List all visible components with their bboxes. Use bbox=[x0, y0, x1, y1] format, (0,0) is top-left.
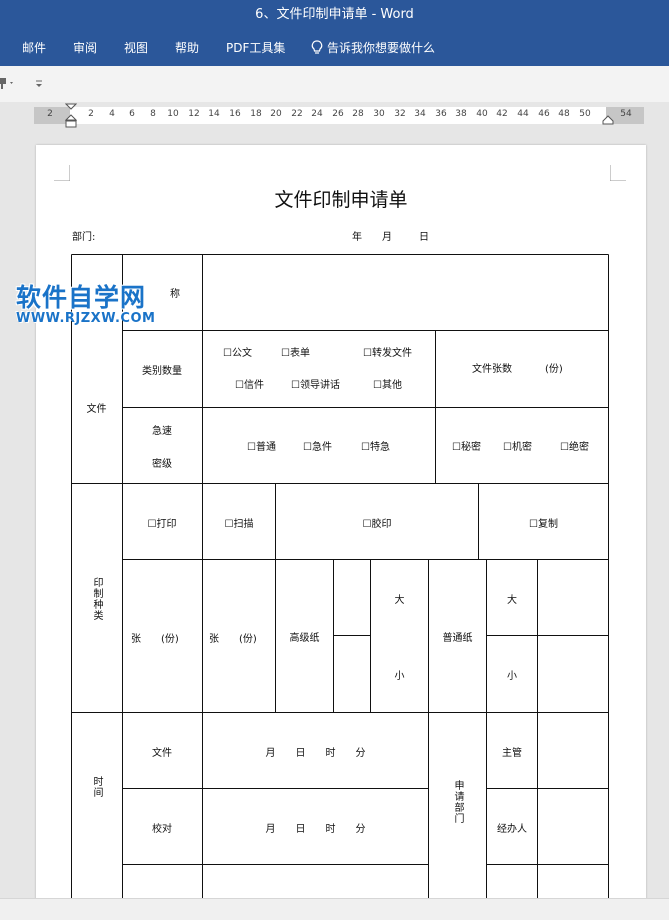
apply-dept-label: 申请部门 bbox=[452, 779, 463, 824]
sheets-copies-field-2[interactable]: 张 (份) bbox=[209, 630, 257, 645]
ruler-tick: 2 bbox=[47, 109, 53, 119]
status-bar bbox=[0, 898, 669, 920]
lightbulb-icon bbox=[311, 40, 323, 54]
margin-corner-mark bbox=[54, 165, 70, 181]
checkbox-form[interactable]: ☐表单 bbox=[281, 344, 310, 359]
file-time-label: 文件 bbox=[152, 747, 172, 759]
time-label: 时间 bbox=[91, 775, 102, 798]
checkbox-normal[interactable]: ☐普通 bbox=[247, 438, 276, 453]
print-type-label: 印制种类 bbox=[91, 576, 102, 621]
ruler-tick: 14 bbox=[208, 109, 220, 119]
checkbox-forwarded-doc[interactable]: ☐转发文件 bbox=[363, 344, 412, 359]
ruler-tick: 18 bbox=[250, 109, 262, 119]
watermark-main-text: 软件自学网 bbox=[16, 283, 147, 312]
ruler-tick: 20 bbox=[270, 109, 282, 119]
ruler-tick: 36 bbox=[435, 109, 447, 119]
normal-paper-label: 普通纸 bbox=[442, 633, 473, 644]
ruler-tick: 28 bbox=[352, 109, 364, 119]
sheet-unit-label: (份) bbox=[545, 364, 563, 375]
ruler-tick: 16 bbox=[229, 109, 241, 119]
checkbox-copy[interactable]: ☐复制 bbox=[479, 484, 608, 560]
urgency-secrecy-label: 急速 密级 bbox=[122, 408, 202, 484]
title-bar: 6、文件印制申请单 - Word bbox=[0, 0, 669, 30]
ruler-tick: 10 bbox=[167, 109, 179, 119]
ruler-tick: 2 bbox=[88, 109, 94, 119]
ribbon-tabs: 邮件 审阅 视图 帮助 PDF工具集 告诉我你想要做什么 bbox=[0, 30, 669, 66]
proofread-time-label: 校对 bbox=[152, 823, 172, 835]
year-label: 年 bbox=[352, 232, 362, 243]
window-title: 6、文件印制申请单 - Word bbox=[255, 7, 414, 22]
ruler-tick: 40 bbox=[476, 109, 488, 119]
customize-toolbar-icon[interactable] bbox=[34, 79, 44, 89]
checkbox-letter[interactable]: ☐信件 bbox=[235, 376, 264, 391]
checkbox-leader-speech[interactable]: ☐领导讲话 bbox=[291, 376, 340, 391]
handler-label: 经办人 bbox=[497, 823, 527, 835]
day-label: 日 bbox=[419, 232, 429, 243]
ruler-tick: 8 bbox=[150, 109, 156, 119]
ruler-tick: 22 bbox=[291, 109, 303, 119]
ruler-tick: 48 bbox=[558, 109, 570, 119]
tell-me-search[interactable]: 告诉我你想要做什么 bbox=[311, 30, 435, 66]
sheet-count-label: 文件张数 bbox=[472, 364, 512, 375]
ruler-tick: 32 bbox=[394, 109, 406, 119]
checkbox-secret[interactable]: ☐秘密 bbox=[452, 438, 481, 453]
ruler-tick: 30 bbox=[373, 109, 385, 119]
left-indent-marker[interactable] bbox=[65, 103, 77, 129]
file-time-field[interactable]: 月 日 时 分 bbox=[203, 713, 428, 789]
tab-review[interactable]: 审阅 bbox=[73, 30, 97, 66]
ruler-tick: 42 bbox=[496, 109, 508, 119]
tab-pdf-tools[interactable]: PDF工具集 bbox=[226, 30, 285, 66]
checkbox-scan[interactable]: ☐扫描 bbox=[203, 484, 275, 560]
watermark-url-text: WWW.RJZXW.COM bbox=[16, 311, 156, 326]
checkbox-offset-print[interactable]: ☐胶印 bbox=[276, 484, 478, 560]
checkbox-official-doc[interactable]: ☐公文 bbox=[223, 344, 252, 359]
premium-paper-label: 高级纸 bbox=[289, 633, 320, 644]
ruler-tick: 54 bbox=[620, 109, 632, 119]
document-title: 文件印制申请单 bbox=[274, 189, 408, 211]
ruler-tick: 38 bbox=[455, 109, 467, 119]
tell-me-label: 告诉我你想要做什么 bbox=[327, 41, 436, 55]
ruler-tick: 26 bbox=[332, 109, 344, 119]
checkbox-other[interactable]: ☐其他 bbox=[373, 376, 402, 391]
ruler-tick: 50 bbox=[579, 109, 591, 119]
tab-view[interactable]: 视图 bbox=[124, 30, 148, 66]
dept-label: 部门: bbox=[72, 232, 96, 243]
right-indent-marker[interactable] bbox=[602, 115, 614, 125]
tab-help[interactable]: 帮助 bbox=[175, 30, 199, 66]
checkbox-urgent[interactable]: ☐急件 bbox=[303, 438, 332, 453]
ruler-tick: 34 bbox=[414, 109, 426, 119]
horizontal-ruler[interactable]: 2 2 4 6 8 10 12 14 16 18 20 22 24 26 28 … bbox=[34, 103, 644, 128]
site-watermark: 软件自学网 WWW.RJZXW.COM bbox=[16, 284, 155, 326]
ruler-tick: 24 bbox=[311, 109, 323, 119]
sheets-copies-field-1[interactable]: 张 (份) bbox=[131, 630, 179, 645]
tab-mailings[interactable]: 邮件 bbox=[22, 30, 46, 66]
checkbox-top-secret[interactable]: ☐绝密 bbox=[560, 438, 589, 453]
document-page[interactable]: 文件印制申请单 部门: 年 月 日 称 文件 类别数量 ☐公文 ☐表单 ☐转发文… bbox=[36, 145, 646, 920]
ruler-tick: 6 bbox=[129, 109, 135, 119]
ruler-tick: 12 bbox=[188, 109, 200, 119]
month-label: 月 bbox=[382, 232, 392, 243]
secrecy-label: 密级 bbox=[152, 459, 172, 470]
margin-corner-mark bbox=[610, 165, 626, 181]
urgency-label: 急速 bbox=[152, 426, 172, 437]
normal-large-label: 大 bbox=[507, 594, 517, 606]
checkbox-confidential[interactable]: ☐机密 bbox=[503, 438, 532, 453]
premium-large-label: 大 bbox=[394, 594, 405, 606]
ruler-tick: 4 bbox=[109, 109, 115, 119]
premium-small-label: 小 bbox=[394, 671, 405, 682]
checkbox-print[interactable]: ☐打印 bbox=[122, 484, 202, 560]
normal-small-label: 小 bbox=[507, 671, 517, 682]
file-label: 文件 bbox=[86, 404, 107, 415]
checkbox-extra-urgent[interactable]: ☐特急 bbox=[361, 438, 390, 453]
proofread-time-field[interactable]: 月 日 时 分 bbox=[203, 789, 428, 865]
category-quantity-label: 类别数量 bbox=[142, 366, 182, 377]
supervisor-label: 主管 bbox=[502, 747, 522, 759]
ruler-tick: 44 bbox=[517, 109, 529, 119]
ruler-tick: 46 bbox=[538, 109, 550, 119]
format-painter-icon[interactable] bbox=[0, 75, 16, 91]
quick-access-toolbar bbox=[0, 66, 669, 102]
name-value-cell[interactable] bbox=[203, 254, 608, 331]
